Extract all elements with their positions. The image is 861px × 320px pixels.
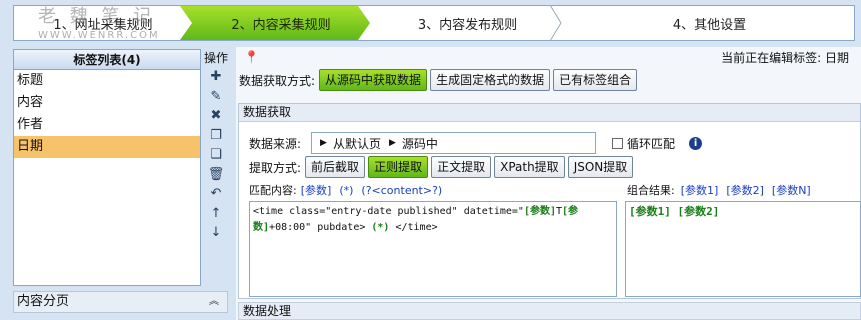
info-icon[interactable]: i — [689, 136, 703, 150]
insert-wildcard-token[interactable]: (*) — [339, 184, 353, 197]
pagination-section[interactable]: 内容分页 ︽ — [13, 291, 228, 313]
step-publish-rules[interactable]: 3、内容发布规则 — [370, 6, 565, 40]
extract-regex-button[interactable]: 正则提取 — [368, 156, 429, 178]
chevron-right-icon: ▶ — [388, 138, 396, 148]
chevron-right-icon: ▶ — [320, 138, 327, 148]
ops-toolbar: 操作 ✚ ✎ ✖ ❐ ❏ 🗑 ↶ ↑ ↓ — [202, 49, 230, 249]
tag-item-date[interactable]: 日期 — [14, 136, 200, 158]
extract-body-button[interactable]: 正文提取 — [431, 156, 492, 178]
tag-item-title[interactable]: 标题 — [14, 70, 200, 92]
fetch-tag-combo-button[interactable]: 已有标签组合 — [553, 69, 638, 91]
tag-item-author[interactable]: 作者 — [14, 114, 200, 136]
fetch-from-source-button[interactable]: 从源码中获取数据 — [319, 69, 428, 91]
move-up-icon[interactable]: ↑ — [202, 204, 230, 224]
pattern-wildcard: (*) — [371, 222, 390, 233]
add-icon[interactable]: ✚ — [202, 67, 230, 87]
source-label: 数据来源: — [249, 136, 302, 151]
loop-match-checkbox[interactable] — [612, 137, 624, 149]
pagination-label: 内容分页 — [17, 294, 70, 309]
insert-param2-token[interactable]: [参数2] — [726, 182, 764, 198]
insert-param1-token[interactable]: [参数1] — [681, 182, 719, 198]
loop-match-label: 循环匹配 — [627, 136, 676, 151]
copy-icon[interactable]: ❐ — [202, 126, 230, 146]
pattern-param: [参数] — [523, 206, 556, 217]
insert-param-token[interactable]: [参数] — [301, 182, 332, 198]
fetch-fixed-format-button[interactable]: 生成固定格式的数据 — [430, 69, 551, 91]
match-pattern-textarea[interactable]: <time class="entry-date published" datet… — [249, 201, 617, 297]
extract-xpath-button[interactable]: XPath提取 — [494, 156, 565, 178]
insert-paramN-token[interactable]: [参数N] — [772, 182, 811, 198]
source-path-default-page[interactable]: 从默认页 — [333, 135, 381, 152]
step-content-rules[interactable]: 2、内容采集规则 — [180, 6, 370, 40]
tag-item-content[interactable]: 内容 — [14, 92, 200, 114]
data-fetch-title: 数据获取 — [239, 104, 860, 122]
tag-list-title: 标签列表(4) — [14, 50, 200, 70]
undo-icon[interactable]: ↶ — [202, 184, 230, 204]
result-text: [参数1] [参数2] — [629, 205, 720, 218]
editing-status: 当前正在编辑标签: 日期 — [721, 50, 849, 65]
main-panel: 📍 当前正在编辑标签: 日期 数据获取方式: 从源码中获取数据 生成固定格式的数… — [236, 47, 861, 320]
watermark-url: WWW.WENRR.COM — [38, 30, 160, 41]
pattern-text: </time> — [389, 222, 438, 233]
collapse-icon[interactable]: ︽ — [209, 292, 219, 312]
fetch-mode-label: 数据获取方式: — [239, 73, 316, 88]
paste-icon[interactable]: ❏ — [202, 145, 230, 165]
ops-title: 操作 — [203, 51, 228, 65]
result-textarea[interactable]: [参数1] [参数2] — [625, 201, 861, 297]
extract-label: 提取方式: — [249, 160, 302, 175]
pin-icon: 📍 — [244, 50, 259, 64]
match-content-label: 匹配内容: — [249, 184, 297, 197]
step-other-settings[interactable]: 4、其他设置 — [565, 6, 854, 40]
source-path-source-code[interactable]: 源码中 — [402, 135, 438, 152]
pattern-text: 08:00" pubdate> — [275, 222, 372, 233]
extract-before-after-button[interactable]: 前后截取 — [305, 156, 366, 178]
trash-icon[interactable]: 🗑 — [202, 165, 230, 185]
delete-icon[interactable]: ✖ — [202, 106, 230, 126]
tag-list-panel: 标签列表(4) 标题 内容 作者 日期 — [13, 49, 201, 286]
source-path-field[interactable]: ▶ 从默认页 ▶ 源码中 — [311, 132, 597, 154]
result-label: 组合结果: — [627, 184, 675, 197]
edit-icon[interactable]: ✎ — [202, 87, 230, 107]
insert-content-group-token[interactable]: (?<content>?) — [361, 184, 442, 197]
move-down-icon[interactable]: ↓ — [202, 223, 230, 243]
data-processing-title[interactable]: 数据处理 — [238, 302, 861, 320]
extract-json-button[interactable]: JSON提取 — [567, 156, 634, 178]
pattern-text: <time class="entry-date published" datet… — [253, 206, 524, 217]
data-fetch-group: 数据获取 数据来源: ▶ 从默认页 ▶ 源码中 循环匹配 i 提取方式: 前后截… — [238, 103, 861, 299]
